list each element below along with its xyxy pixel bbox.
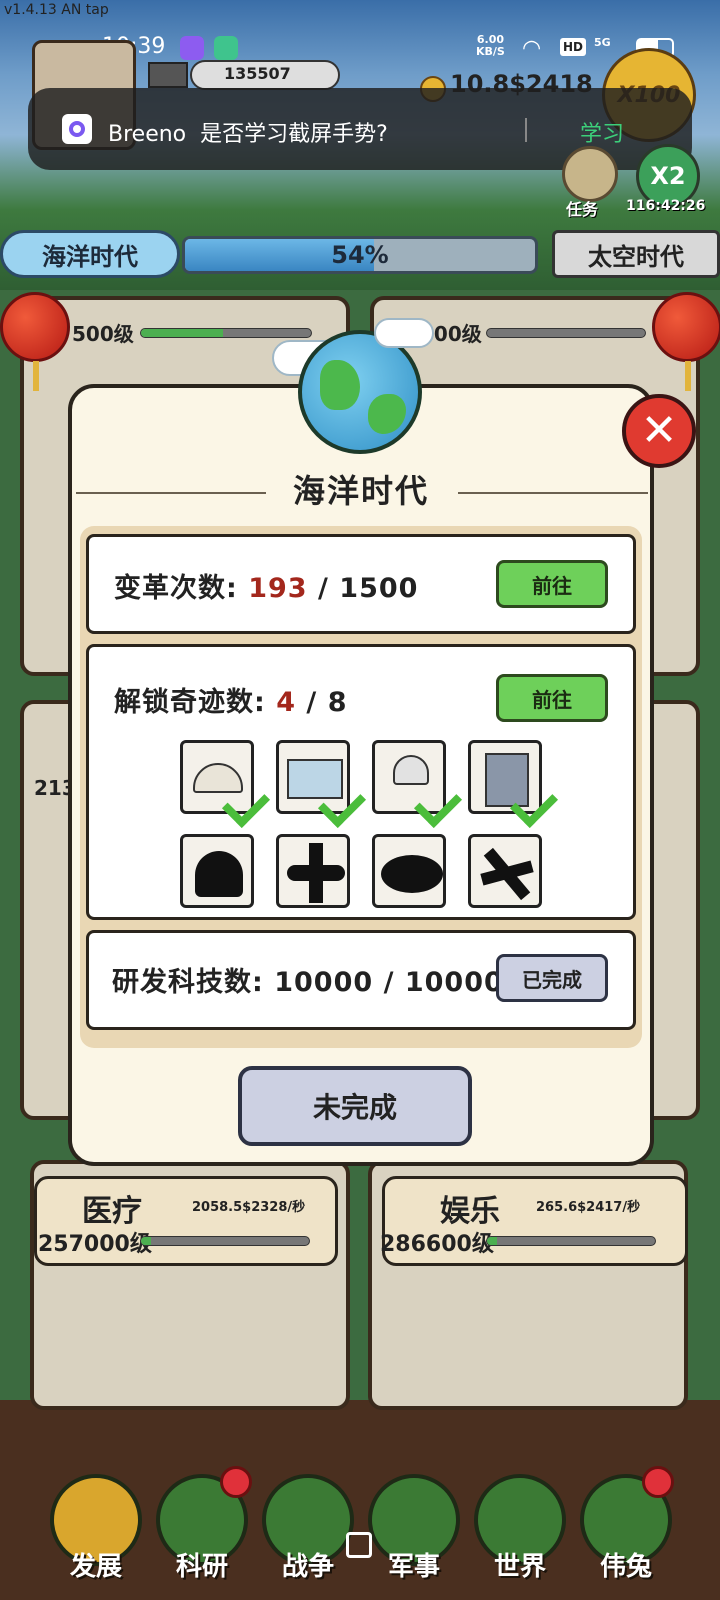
reform-sep: / bbox=[318, 573, 329, 604]
system-home-icon[interactable] bbox=[346, 1532, 372, 1558]
nav-label: 军事 bbox=[387, 1552, 440, 1582]
lantern-icon bbox=[0, 292, 70, 391]
wifi-icon: ◠ bbox=[522, 36, 542, 61]
tech-sep: / bbox=[383, 967, 395, 998]
building-name: 医疗 bbox=[82, 1194, 142, 1229]
locked-satellite-icon[interactable] bbox=[276, 834, 350, 908]
notification-badge bbox=[642, 1466, 674, 1498]
building-level: 257000级 bbox=[38, 1232, 152, 1257]
close-button[interactable]: ✕ bbox=[622, 394, 696, 468]
tech-label: 研发科技数: bbox=[112, 967, 264, 998]
wonders-target: 8 bbox=[327, 687, 348, 718]
era-progress-text: 54% bbox=[331, 241, 389, 269]
row-progress-left bbox=[140, 328, 312, 338]
next-era-label[interactable]: 太空时代 bbox=[552, 230, 720, 278]
nav-label: 伟兔 bbox=[599, 1552, 652, 1582]
locked-ufo-icon[interactable] bbox=[372, 834, 446, 908]
stone-icon bbox=[148, 62, 188, 88]
notification-message: Breeno 是否学习截屏手势? bbox=[108, 116, 388, 148]
building-progress bbox=[486, 1236, 656, 1246]
row-progress-right bbox=[486, 328, 646, 338]
notification-text: 是否学习截屏手势? bbox=[200, 122, 388, 147]
title-divider bbox=[458, 492, 648, 494]
row-level-left: 500级 bbox=[72, 322, 134, 346]
tech-target: 10000 bbox=[404, 967, 504, 998]
nav-label: 战争 bbox=[281, 1552, 334, 1582]
lantern-icon bbox=[652, 292, 720, 391]
app-status-icon bbox=[214, 36, 238, 60]
tech-completed-button[interactable]: 已完成 bbox=[496, 954, 608, 1002]
wonders-current: 4 bbox=[276, 687, 297, 718]
reform-go-button[interactable]: 前往 bbox=[496, 560, 608, 608]
net-speed-unit: KB/S bbox=[476, 45, 505, 58]
app-status-icon bbox=[180, 36, 204, 60]
wonders-text: 解锁奇迹数: 4 / 8 bbox=[114, 680, 348, 719]
boost-timer: 116:42:26 bbox=[626, 198, 706, 214]
notification-divider bbox=[525, 118, 527, 142]
net-speed: 6.00 KB/S bbox=[476, 34, 505, 58]
dialog-title: 海洋时代 bbox=[292, 472, 429, 510]
building-name: 娱乐 bbox=[440, 1194, 500, 1229]
locked-dome-icon[interactable] bbox=[180, 834, 254, 908]
current-era-label[interactable]: 海洋时代 bbox=[0, 230, 180, 278]
reform-label: 变革次数: bbox=[114, 573, 238, 604]
tech-current: 10000 bbox=[274, 967, 374, 998]
task-label: 任务 bbox=[566, 200, 599, 219]
ocean-globe-icon bbox=[298, 330, 422, 454]
cloud-icon bbox=[374, 318, 434, 348]
breeno-icon bbox=[62, 114, 92, 144]
tech-text: 研发科技数: 10000 / 10000 bbox=[112, 960, 504, 999]
nav-label: 科研 bbox=[175, 1552, 228, 1582]
building-rate: 265.6$2417/秒 bbox=[536, 1200, 641, 1215]
signal-icon: 5G bbox=[594, 36, 611, 49]
reform-current: 193 bbox=[248, 573, 308, 604]
building-rate: 2058.5$2328/秒 bbox=[192, 1200, 306, 1215]
building-progress bbox=[140, 1236, 310, 1246]
wonders-label: 解锁奇迹数: bbox=[114, 687, 266, 718]
nav-label: 世界 bbox=[493, 1552, 546, 1582]
reform-target: 1500 bbox=[339, 573, 419, 604]
hd-icon: HD bbox=[560, 38, 587, 56]
unfinished-status-button[interactable]: 未完成 bbox=[238, 1066, 472, 1146]
task-clipboard-icon[interactable] bbox=[562, 146, 618, 202]
notification-app-name: Breeno bbox=[108, 122, 187, 147]
version-label: v1.4.13 AN tap bbox=[4, 2, 109, 18]
nav-label: 发展 bbox=[69, 1552, 122, 1582]
learn-gesture-button[interactable]: 学习 bbox=[580, 116, 624, 148]
wonders-go-button[interactable]: 前往 bbox=[496, 674, 608, 722]
stone-count: 135507 bbox=[224, 64, 291, 83]
building-level: 286600级 bbox=[380, 1232, 494, 1257]
reform-text: 变革次数: 193 / 1500 bbox=[114, 566, 418, 605]
wonders-sep: / bbox=[306, 687, 318, 718]
locked-rocket-icon[interactable] bbox=[468, 834, 542, 908]
notification-badge bbox=[220, 1466, 252, 1498]
